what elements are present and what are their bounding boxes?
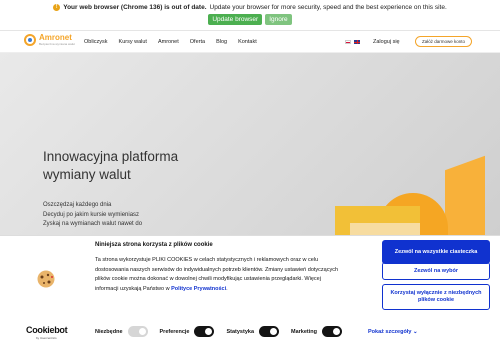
logo[interactable]: Amronet Bezpieczna wymiana walut xyxy=(24,34,75,46)
toggle-group-marketing: Marketing xyxy=(291,326,342,337)
cookiebot-sublabel: by Usercentrics xyxy=(36,336,57,340)
cookie-toggles: Niezbędne Preferencje Statystyka Marketi… xyxy=(95,326,342,337)
chevron-down-icon: ⌄ xyxy=(412,329,418,335)
toggle-label: Statystyka xyxy=(226,328,255,335)
hero-point: Zyskaj na wymianach walut nawet do xyxy=(43,221,143,227)
nav-item-offer[interactable]: Oferta xyxy=(190,39,205,45)
ignore-button[interactable]: Ignore xyxy=(265,14,292,25)
toggle-label: Marketing xyxy=(291,328,317,335)
browser-update-bar: ! Your web browser (Chrome 136) is out o… xyxy=(0,0,500,31)
allow-all-cookies-button[interactable]: Zezwól na wszystkie ciasteczka xyxy=(382,240,490,264)
login-link[interactable]: Zaloguj się xyxy=(373,39,400,45)
logo-tagline: Bezpieczna wymiana walut xyxy=(39,42,76,46)
nav-item-calculator[interactable]: Obliczysk xyxy=(84,39,108,45)
toggle-group-preferences: Preferencje xyxy=(160,326,215,337)
privacy-policy-link[interactable]: Polityce Prywatności xyxy=(171,286,226,292)
cookie-icon xyxy=(37,270,55,288)
toggle-group-statistics: Statystyka xyxy=(226,326,280,337)
flag-en-icon[interactable] xyxy=(354,40,360,44)
hero-title: Innowacyjna platforma wymiany walut xyxy=(43,148,178,184)
flag-pl-icon[interactable] xyxy=(345,40,351,44)
hero-point: Oszczędzaj każdego dnia xyxy=(43,202,112,208)
nav-item-contact[interactable]: Kontakt xyxy=(238,39,257,45)
hero-points: Oszczędzaj każdego dnia Decyduj po jakim… xyxy=(43,201,142,230)
register-button[interactable]: Załóż darmowe konto xyxy=(415,36,472,47)
nav-item-amronet[interactable]: Amronet xyxy=(158,39,179,45)
cookie-title: Niniejsza strona korzysta z plików cooki… xyxy=(95,242,213,248)
show-details-label: Pokaż szczegóły xyxy=(368,329,412,335)
hero-point: Decyduj po jakim kursie wymieniasz xyxy=(43,211,140,218)
hero-decoration xyxy=(445,155,485,235)
warning-icon: ! xyxy=(53,4,61,11)
show-details-link[interactable]: Pokaż szczegóły ⌄ xyxy=(368,329,418,335)
cookie-text-line: dostosowania naszych serwisów do indywid… xyxy=(95,266,339,273)
logo-icon xyxy=(24,34,36,46)
cookiebot-logo: Cookiebot xyxy=(26,325,68,335)
toggle-label: Preferencje xyxy=(159,328,190,335)
nav-menu: Obliczysk Kursy walut Amronet Oferta Blo… xyxy=(84,39,268,45)
necessary-toggle xyxy=(127,326,148,337)
allow-selection-button[interactable]: Zezwól na wybór xyxy=(382,262,490,280)
nav-item-blog[interactable]: Blog xyxy=(216,39,227,45)
cookie-text-line: Ta strona wykorzystuje PLIKI COOKIES w c… xyxy=(95,257,319,263)
hero-title-line: wymiany walut xyxy=(43,167,131,182)
cookie-text-suffix: . xyxy=(226,285,228,292)
cookie-text-line: informacji uzyskają Państwo w Polityce P… xyxy=(95,285,375,295)
update-browser-button[interactable]: Update browser xyxy=(208,14,263,25)
logo-name: Amronet xyxy=(39,33,72,42)
cookie-text-prefix: informacji uzyskają Państwo w xyxy=(95,285,172,292)
nav-item-rates[interactable]: Kursy walut xyxy=(119,39,147,45)
toggle-label: Niezbędne xyxy=(95,328,123,335)
update-bar-message: Update your browser for more security, s… xyxy=(209,4,447,11)
toggle-group-necessary: Niezbędne xyxy=(95,326,148,337)
language-switcher xyxy=(345,40,360,44)
cookie-text-line: plików cookie można dokonać w dowolnej c… xyxy=(95,276,321,282)
hero-decoration xyxy=(350,223,420,235)
hero-title-line: Innowacyjna platforma xyxy=(43,149,179,164)
necessary-only-button[interactable]: Korzystaj wyłącznie z niezbędnych plików… xyxy=(382,284,490,310)
statistics-toggle[interactable] xyxy=(259,326,280,337)
preferences-toggle[interactable] xyxy=(194,326,215,337)
cookie-description: Ta strona wykorzystuje PLIKI COOKIES w c… xyxy=(95,256,375,294)
hero-section: Innowacyjna platforma wymiany walut Oszc… xyxy=(0,53,500,235)
main-nav: Amronet Bezpieczna wymiana walut Obliczy… xyxy=(0,31,500,53)
update-bar-title: Your web browser (Chrome 136) is out of … xyxy=(63,4,207,11)
marketing-toggle[interactable] xyxy=(322,326,342,337)
